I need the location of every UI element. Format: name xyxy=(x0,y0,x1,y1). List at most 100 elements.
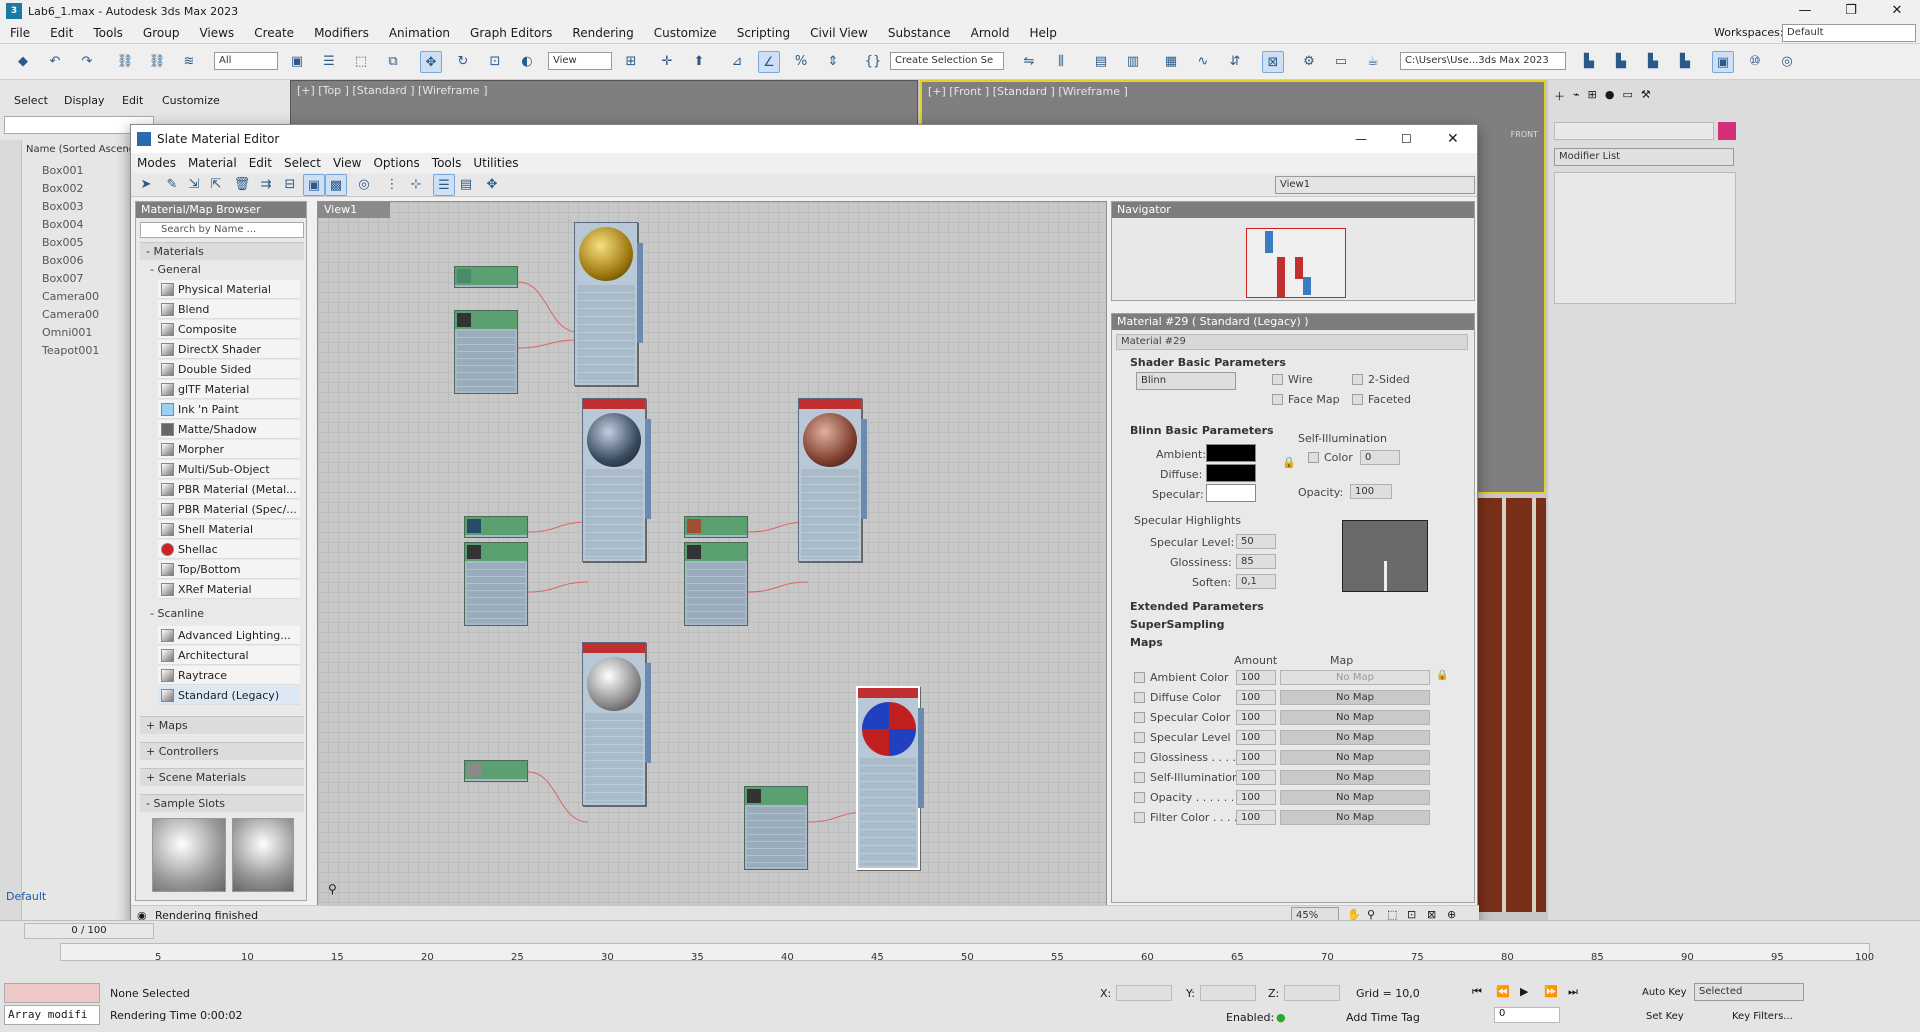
minimize-button[interactable]: — xyxy=(1782,0,1828,22)
enabled-indicator-icon[interactable]: ● xyxy=(1276,1011,1286,1024)
menu-group[interactable]: Group xyxy=(133,26,190,40)
viewcube-front[interactable]: FRONT xyxy=(1511,130,1538,139)
window-crossing-icon[interactable]: ⧉ xyxy=(382,51,404,73)
map-node-bitmap-3[interactable] xyxy=(684,516,748,538)
menu-substance[interactable]: Substance xyxy=(878,26,961,40)
menu-rendering[interactable]: Rendering xyxy=(562,26,643,40)
redo-icon[interactable]: ↷ xyxy=(76,51,98,73)
material-node-29-selected[interactable] xyxy=(856,686,924,870)
selection-filter-dropdown[interactable]: All xyxy=(214,52,278,70)
navigator-frame[interactable] xyxy=(1246,228,1346,298)
material-composite[interactable]: Composite xyxy=(158,320,300,339)
map-amount-spinner[interactable]: 100 xyxy=(1236,790,1276,805)
sample-slot-2[interactable] xyxy=(232,818,294,892)
object-name-field[interactable] xyxy=(1554,122,1714,140)
glossiness-spinner[interactable]: 85 xyxy=(1236,554,1276,569)
material-name-field[interactable]: Material #29 xyxy=(1116,334,1468,350)
self-illum-spinner[interactable]: 0 xyxy=(1360,450,1400,465)
sme-minimize-button[interactable]: — xyxy=(1355,132,1367,146)
x-coord-field[interactable] xyxy=(1116,985,1172,1001)
display-tab-icon[interactable]: ▭ xyxy=(1622,88,1632,110)
menu-help[interactable]: Help xyxy=(1019,26,1066,40)
pivot-icon[interactable]: ⊞ xyxy=(620,51,642,73)
project-icon-1[interactable]: ▙ xyxy=(1578,51,1600,73)
map-enable-checkbox[interactable] xyxy=(1134,752,1145,763)
group-sample-slots[interactable]: - Sample Slots xyxy=(140,794,304,812)
angle-snap-icon[interactable]: ∠ xyxy=(758,51,780,73)
scene-item-box003[interactable]: Box003 xyxy=(42,198,83,216)
sme-select-tool-icon[interactable]: ➤ xyxy=(135,174,157,196)
material-multi-sub[interactable]: Multi/Sub-Object xyxy=(158,460,300,479)
faceted-checkbox[interactable] xyxy=(1352,394,1363,405)
node-port[interactable] xyxy=(637,243,643,343)
material-shellac[interactable]: Shellac xyxy=(158,540,300,559)
map-slot-button[interactable]: No Map xyxy=(1280,770,1430,785)
material-node-2[interactable] xyxy=(582,398,651,562)
material-node-3[interactable] xyxy=(798,398,867,562)
close-button[interactable]: ✕ xyxy=(1874,0,1920,22)
map-enable-checkbox[interactable] xyxy=(1134,692,1145,703)
key-filters-button[interactable]: Key Filters... xyxy=(1732,1011,1793,1022)
sme-close-button[interactable]: ✕ xyxy=(1447,131,1459,147)
sme-layout-children-icon[interactable]: ⊹ xyxy=(405,174,427,196)
scene-item-omni001[interactable]: Omni001 xyxy=(42,324,92,342)
material-morpher[interactable]: Morpher xyxy=(158,440,300,459)
shader-dropdown[interactable]: Blinn xyxy=(1136,372,1236,390)
select-object-icon[interactable]: ▣ xyxy=(286,51,308,73)
play-icon[interactable]: ▶ xyxy=(1520,985,1528,998)
sme-maximize-button[interactable]: ☐ xyxy=(1401,132,1412,146)
material-matte-shadow[interactable]: Matte/Shadow xyxy=(158,420,300,439)
specular-level-spinner[interactable]: 50 xyxy=(1236,534,1276,549)
map-enable-checkbox[interactable] xyxy=(1134,732,1145,743)
menu-scripting[interactable]: Scripting xyxy=(727,26,800,40)
menu-graph-editors[interactable]: Graph Editors xyxy=(460,26,562,40)
browser-search-input[interactable]: Search by Name ... xyxy=(140,222,304,238)
sme-delete-icon[interactable]: 🗑 xyxy=(231,174,253,196)
viewport-front-label[interactable]: [+] [Front ] [Standard ] [Wireframe ] xyxy=(928,85,1128,98)
spinner-snap-icon[interactable]: ⇕ xyxy=(822,51,844,73)
goto-end-icon[interactable]: ⏭ xyxy=(1568,985,1578,999)
menu-tools[interactable]: Tools xyxy=(83,26,133,40)
map-amount-spinner[interactable]: 100 xyxy=(1236,810,1276,825)
modifier-list-dropdown[interactable]: Modifier List xyxy=(1554,148,1734,166)
group-controllers[interactable]: + Controllers xyxy=(140,742,304,760)
isolate-icon[interactable]: ⑩ xyxy=(1744,51,1766,73)
map-slot-button[interactable]: No Map xyxy=(1280,670,1430,685)
scene-item-box001[interactable]: Box001 xyxy=(42,162,83,180)
subgroup-general[interactable]: - General xyxy=(150,262,304,278)
render-setup-icon[interactable]: ⚙ xyxy=(1298,51,1320,73)
node-port[interactable] xyxy=(861,419,867,519)
sme-menu-select[interactable]: Select xyxy=(278,156,327,170)
sme-menu-modes[interactable]: Modes xyxy=(131,156,182,170)
menu-file[interactable]: File xyxy=(0,26,40,40)
menu-modifiers[interactable]: Modifiers xyxy=(304,26,379,40)
sme-param-toggle-icon[interactable]: ▤ xyxy=(455,174,477,196)
map-amount-spinner[interactable]: 100 xyxy=(1236,750,1276,765)
material-gltf[interactable]: glTF Material xyxy=(158,380,300,399)
sme-assign-icon[interactable]: ⇱ xyxy=(205,174,227,196)
map-slot-button[interactable]: No Map xyxy=(1280,790,1430,805)
sme-pick-material-icon[interactable]: ✎ xyxy=(161,174,183,196)
undo-icon[interactable]: ↶ xyxy=(44,51,66,73)
scene-item-camera1[interactable]: Camera00 xyxy=(42,288,99,306)
maxscript-listener[interactable] xyxy=(4,983,100,1003)
map-enable-checkbox[interactable] xyxy=(1134,772,1145,783)
align-icon[interactable]: ⫼ xyxy=(1050,51,1072,73)
material-directx[interactable]: DirectX Shader xyxy=(158,340,300,359)
sme-put-to-scene-icon[interactable]: ⇲ xyxy=(183,174,205,196)
tab-edit[interactable]: Edit xyxy=(122,94,143,107)
object-color-swatch[interactable] xyxy=(1718,122,1736,140)
lock-icon[interactable]: 🔒 xyxy=(1282,456,1296,469)
schematic-view-icon[interactable]: ⇵ xyxy=(1224,51,1246,73)
menu-views[interactable]: Views xyxy=(189,26,244,40)
material-standard-legacy[interactable]: Standard (Legacy) xyxy=(158,686,300,705)
render-production-icon[interactable]: ☕ xyxy=(1362,51,1384,73)
column-header-name[interactable]: Name (Sorted Ascend xyxy=(26,144,135,155)
add-time-tag[interactable]: Add Time Tag xyxy=(1346,1011,1420,1024)
material-node-4[interactable] xyxy=(582,642,651,806)
material-top-bottom[interactable]: Top/Bottom xyxy=(158,560,300,579)
sme-select-by-material-icon[interactable]: ✥ xyxy=(481,174,503,196)
two-sided-checkbox[interactable] xyxy=(1352,374,1363,385)
viewport-top-label[interactable]: [+] [Top ] [Standard ] [Wireframe ] xyxy=(297,84,488,97)
map-enable-checkbox[interactable] xyxy=(1134,792,1145,803)
